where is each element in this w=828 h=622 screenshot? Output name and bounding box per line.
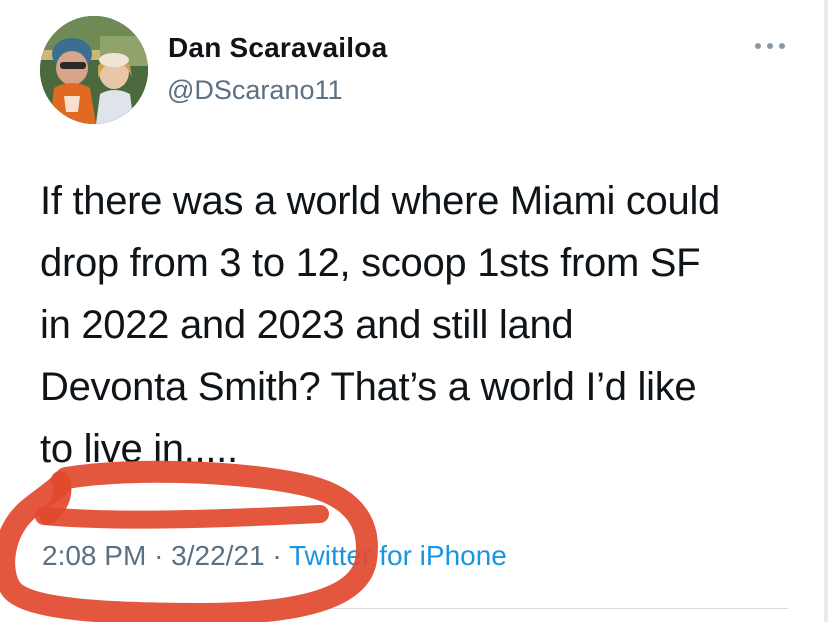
meta-separator: · xyxy=(154,540,164,571)
tweet-source-link[interactable]: Twitter for iPhone xyxy=(289,540,507,571)
display-name[interactable]: Dan Scaravailoa xyxy=(168,32,387,64)
more-options-button[interactable] xyxy=(752,36,788,56)
tweet-time[interactable]: 2:08 PM xyxy=(42,540,146,571)
profile-photo-icon xyxy=(40,16,148,124)
meta-separator: · xyxy=(272,540,282,571)
divider xyxy=(40,608,788,609)
tweet-text: If there was a world where Miami could d… xyxy=(40,179,720,471)
scroll-edge xyxy=(824,0,828,622)
tweet-date[interactable]: 3/22/21 xyxy=(171,540,264,571)
tweet-card: Dan Scaravailoa @DScarano11 If there was… xyxy=(0,0,828,622)
avatar[interactable] xyxy=(40,16,148,124)
tweet-metadata: 2:08 PM · 3/22/21 · Twitter for iPhone xyxy=(42,540,507,572)
more-horizontal-icon xyxy=(755,43,785,49)
user-handle[interactable]: @DScarano11 xyxy=(167,75,343,106)
